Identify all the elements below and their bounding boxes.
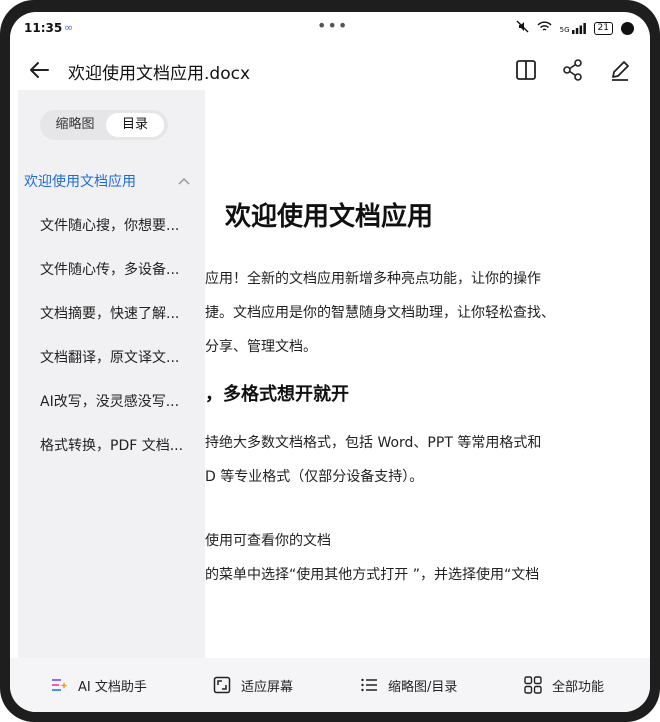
thumbnail-toc-label: 缩略图/目录 — [388, 679, 458, 695]
toc-item[interactable]: 文件随心传，多设备... — [18, 248, 205, 292]
back-arrow-icon[interactable] — [26, 56, 54, 84]
chevron-up-icon[interactable] — [177, 160, 191, 204]
toc-item[interactable]: 格式转换，PDF 文档... — [18, 424, 205, 468]
toc-item[interactable]: AI改写，没灵感没写... — [18, 380, 205, 424]
wifi-icon — [537, 21, 552, 36]
fit-screen-icon — [213, 676, 231, 694]
document-title: 欢迎使用文档应用.docx — [68, 64, 251, 84]
mute-icon — [516, 20, 529, 36]
toc-item[interactable]: 文档翻译，原文译文... — [18, 336, 205, 380]
fit-screen-label: 适应屏幕 — [241, 679, 294, 695]
status-bar: 11:35 ∞ ••• 5G 21 — [10, 12, 650, 46]
doc-section-heading: ，多格式想开就开 — [205, 384, 349, 405]
document-content[interactable]: 欢迎使用文档应用 应用！全新的文档应用新增多种亮点功能，让你的操作 捷。文档应用… — [205, 96, 650, 658]
doc-heading: 欢迎使用文档应用 — [225, 202, 434, 232]
doc-text-line: 持绝大多数文档格式，包括 Word、PPT 等常用格式和 — [205, 435, 542, 451]
all-features-label: 全部功能 — [552, 679, 605, 695]
tab-thumbnail[interactable]: 缩略图 — [44, 113, 106, 137]
status-icons: 5G 21 — [516, 20, 634, 36]
ai-sparkle-icon — [50, 676, 68, 694]
edit-pen-icon[interactable] — [606, 56, 634, 84]
ai-assistant-label: AI 文档助手 — [78, 679, 147, 695]
sidebar-tabs: 缩略图 目录 — [40, 110, 168, 140]
list-icon — [360, 676, 378, 694]
multitask-dots[interactable]: ••• — [317, 16, 348, 35]
battery-icon: 21 — [593, 21, 613, 35]
grid-icon — [524, 676, 542, 694]
toc-item-selected[interactable]: 欢迎使用文档应用 — [18, 160, 205, 204]
signal-icon: 5G — [559, 22, 586, 34]
split-view-icon[interactable] — [512, 56, 540, 84]
thumbnail-toc-button[interactable]: 缩略图/目录 — [360, 674, 457, 696]
camera-icon — [621, 21, 634, 35]
outline-sidebar: 缩略图 目录 欢迎使用文档应用 文件随心搜，你想要... 文件随心传，多设备..… — [18, 90, 205, 658]
infinity-icon: ∞ — [64, 21, 74, 34]
ai-assistant-button[interactable]: AI 文档助手 — [50, 674, 147, 696]
doc-text-line: D 等专业格式（仅部分设备支持）。 — [205, 469, 424, 485]
toc-item-label: 欢迎使用文档应用 — [24, 174, 136, 190]
doc-text-line: 使用可查看你的文档 — [205, 533, 331, 549]
doc-text-line: 捷。文档应用是你的智慧随身文档助理，让你轻松查找、 — [205, 305, 555, 321]
bottom-toolbar: AI 文档助手 适应屏幕 缩略图/目录 全部功能 — [10, 658, 650, 712]
fit-screen-button[interactable]: 适应屏幕 — [213, 674, 293, 696]
share-icon[interactable] — [559, 56, 587, 84]
all-features-button[interactable]: 全部功能 — [524, 674, 604, 696]
doc-text-line: 应用！全新的文档应用新增多种亮点功能，让你的操作 — [205, 271, 541, 287]
signal-label: 5G — [559, 25, 570, 34]
toc-item[interactable]: 文件随心搜，你想要... — [18, 204, 205, 248]
doc-text-line: 的菜单中选择“使用其他方式打开 ”，并选择使用“文档 — [205, 567, 540, 583]
tab-toc[interactable]: 目录 — [106, 113, 164, 137]
screen: 11:35 ∞ ••• 5G 21 欢迎使用文档应用.docx 欢迎使用文档应用… — [10, 12, 650, 712]
toc-item[interactable]: 文档摘要，快速了解... — [18, 292, 205, 336]
doc-text-line: 分享、管理文档。 — [205, 339, 317, 355]
title-bar: 欢迎使用文档应用.docx — [10, 46, 650, 96]
status-time: 11:35 — [24, 21, 63, 35]
toc-list: 欢迎使用文档应用 文件随心搜，你想要... 文件随心传，多设备... 文档摘要，… — [18, 160, 205, 468]
